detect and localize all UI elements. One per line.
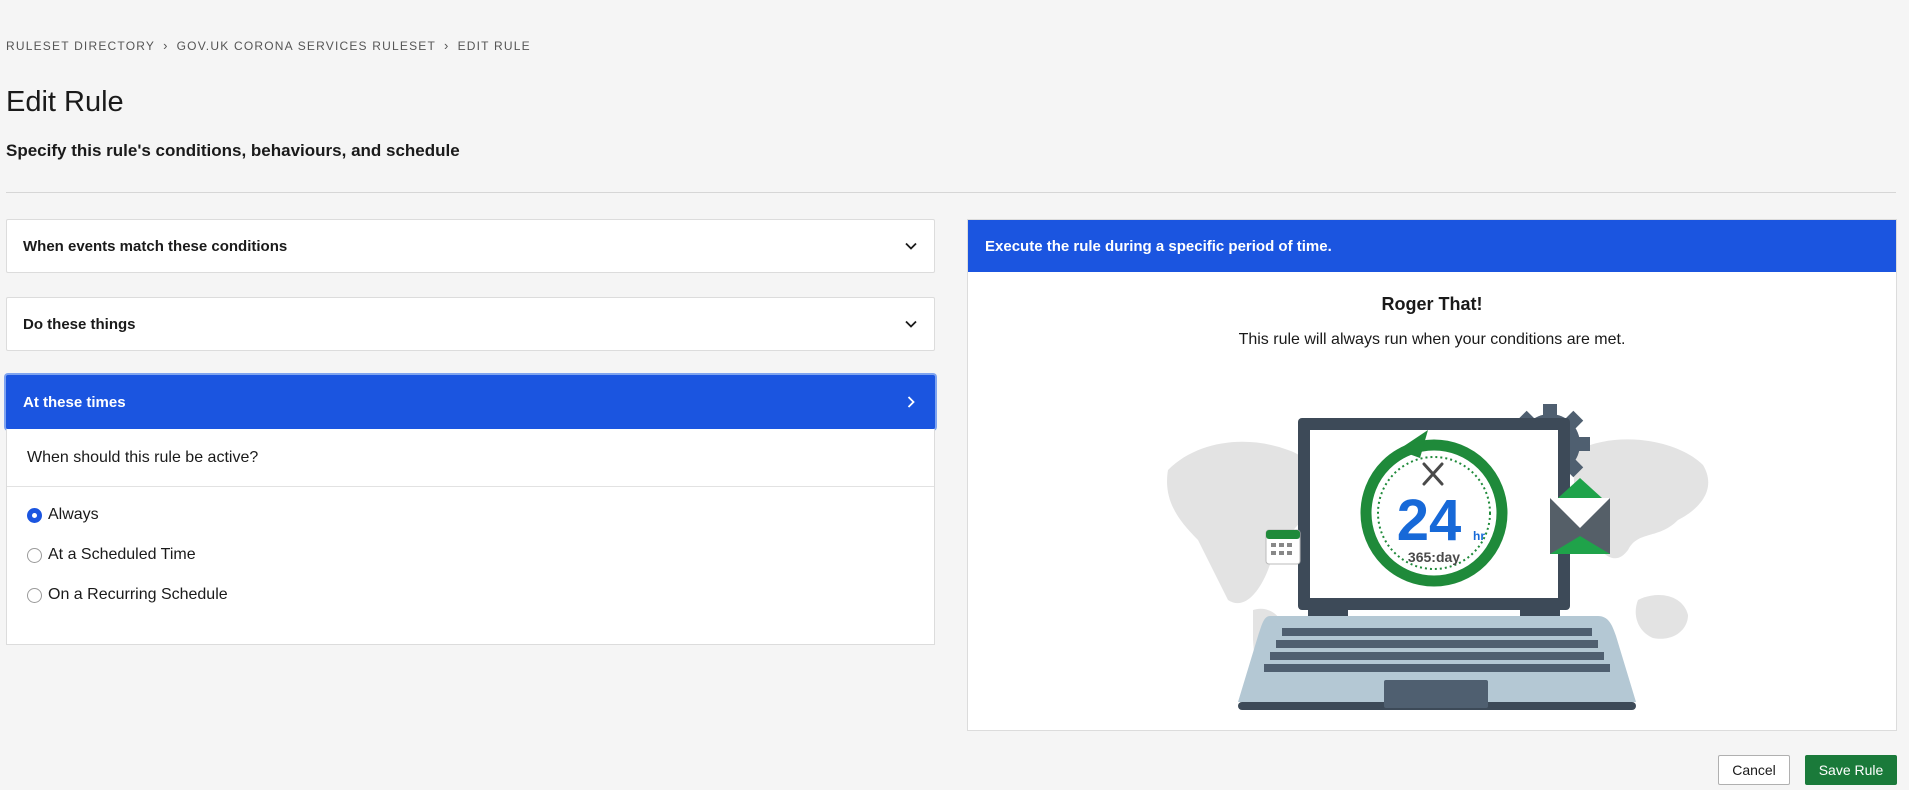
- clock-unit: hr: [1473, 529, 1485, 543]
- breadcrumb-current: EDIT RULE: [457, 38, 531, 53]
- divider: [6, 192, 1896, 193]
- save-rule-button[interactable]: Save Rule: [1805, 755, 1897, 785]
- section-actions-label: Do these things: [23, 315, 136, 333]
- breadcrumb-separator: ›: [444, 38, 450, 53]
- section-conditions-label: When events match these conditions: [23, 237, 288, 255]
- breadcrumb-separator: ›: [163, 38, 169, 53]
- chevron-down-icon: [905, 242, 917, 250]
- radio-always[interactable]: Always: [7, 495, 934, 535]
- radio-button-recurring-schedule[interactable]: [27, 587, 42, 603]
- section-times[interactable]: At these times: [6, 375, 935, 429]
- radio-always-label: Always: [48, 506, 99, 523]
- cancel-button[interactable]: Cancel: [1718, 755, 1790, 785]
- trackpad: [1384, 680, 1488, 708]
- radio-scheduled-time[interactable]: At a Scheduled Time: [7, 535, 934, 575]
- breadcrumb: RULESET DIRECTORY › GOV.UK CORONA SERVIC…: [6, 38, 531, 53]
- radio-recurring-schedule[interactable]: On a Recurring Schedule: [7, 575, 934, 615]
- info-card: Execute the rule during a specific perio…: [967, 219, 1897, 731]
- radio-scheduled-time-label: At a Scheduled Time: [48, 546, 196, 563]
- chevron-right-icon: [907, 396, 915, 408]
- calendar-icon: [1265, 529, 1301, 565]
- chevron-down-icon: [905, 320, 917, 328]
- radio-button-always[interactable]: [27, 507, 42, 523]
- breadcrumb-ruleset-directory[interactable]: RULESET DIRECTORY: [6, 39, 155, 53]
- page-title: Edit Rule: [6, 86, 124, 118]
- radio-recurring-schedule-label: On a Recurring Schedule: [48, 586, 228, 603]
- schedule-question: When should this rule be active?: [7, 429, 934, 487]
- breadcrumb-ruleset[interactable]: GOV.UK CORONA SERVICES RULESET: [177, 39, 436, 53]
- clock-caption: 365:day: [1408, 549, 1460, 565]
- laptop-24hr-illustration: 24 hr 365:day: [1167, 404, 1709, 710]
- clock-number: 24: [1397, 488, 1462, 553]
- radio-button-scheduled-time[interactable]: [27, 547, 42, 563]
- section-actions[interactable]: Do these things: [6, 297, 935, 351]
- page-subtitle: Specify this rule's conditions, behaviou…: [6, 141, 460, 160]
- info-text: This rule will always run when your cond…: [1238, 331, 1626, 348]
- info-header: Execute the rule during a specific perio…: [968, 220, 1896, 272]
- section-times-label: At these times: [23, 393, 126, 411]
- section-conditions[interactable]: When events match these conditions: [6, 219, 935, 273]
- schedule-panel: When should this rule be active? Always …: [6, 429, 935, 645]
- info-title: Roger That!: [1381, 294, 1483, 314]
